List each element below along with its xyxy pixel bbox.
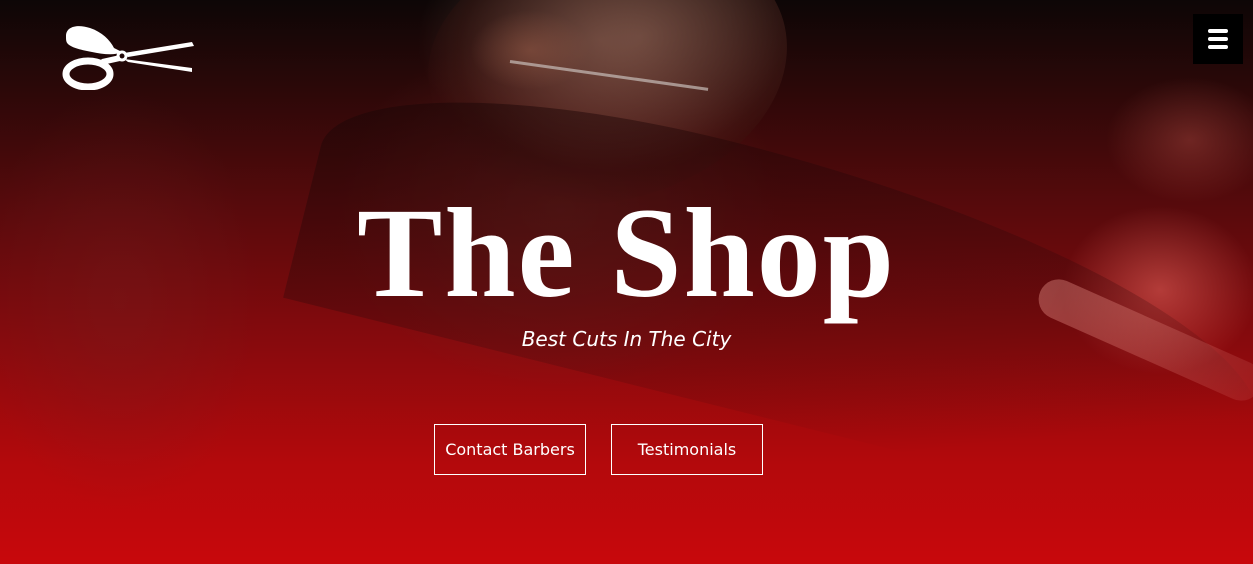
- testimonials-button[interactable]: Testimonials: [611, 424, 763, 475]
- page-title: The Shop: [357, 182, 896, 324]
- hamburger-menu-icon: [1208, 29, 1228, 49]
- background-hand: [470, 10, 590, 90]
- contact-barbers-button[interactable]: Contact Barbers: [434, 424, 586, 475]
- scissors-icon[interactable]: [62, 22, 196, 90]
- page-subtitle: Best Cuts In The City: [521, 327, 732, 351]
- hero-section: The Shop Best Cuts In The City Contact B…: [0, 0, 1253, 564]
- menu-button[interactable]: [1193, 14, 1243, 64]
